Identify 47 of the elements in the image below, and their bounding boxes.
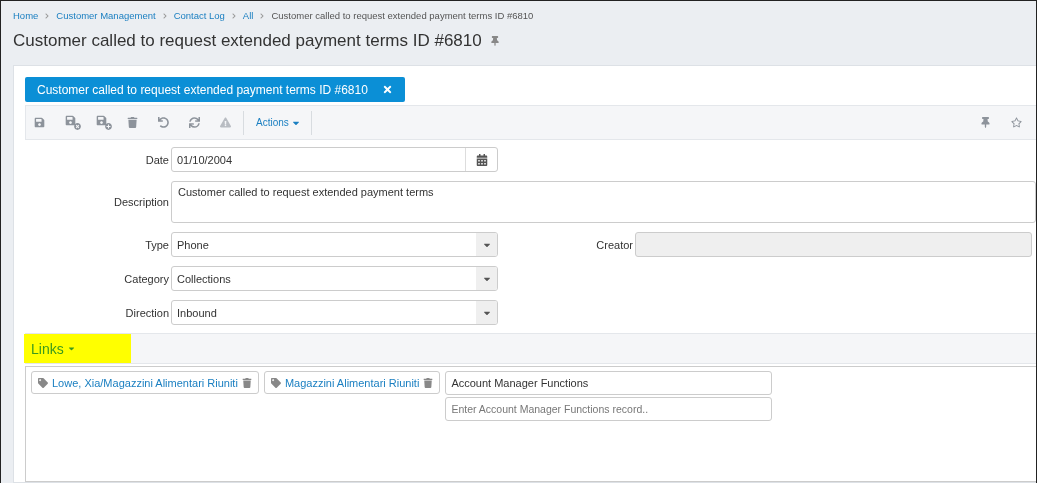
close-icon[interactable] <box>381 84 393 95</box>
trash-icon[interactable] <box>127 117 138 128</box>
trash-icon[interactable] <box>241 377 252 388</box>
select-field[interactable]: Inbound <box>171 300 498 325</box>
chevron-icon <box>161 12 168 19</box>
save-new-icon[interactable] <box>96 115 112 130</box>
breadcrumb-link[interactable]: Home <box>13 10 39 21</box>
trash-icon[interactable] <box>423 377 434 388</box>
select-field[interactable]: Phone <box>171 232 498 257</box>
caret-icon <box>476 301 497 324</box>
links-toggle[interactable]: Links <box>24 334 131 363</box>
caret-icon <box>66 344 76 353</box>
description-field[interactable]: Customer called to request extended payment terms <box>171 181 1036 223</box>
field-label: Category <box>123 272 169 285</box>
pin-icon[interactable] <box>489 36 500 46</box>
lookup-value[interactable]: Account Manager Functions <box>445 371 773 395</box>
breadcrumb-link[interactable]: Contact Log <box>173 10 225 21</box>
date-field[interactable]: 01/10/2004 <box>171 147 498 172</box>
lookup-input[interactable]: Enter Account Manager Functions record.. <box>445 397 773 421</box>
current-page-text: Customer called to request extended payment terms ID #6810 <box>271 10 534 21</box>
field-label: Type <box>144 238 169 251</box>
warning-icon[interactable] <box>220 117 231 128</box>
history-icon[interactable] <box>158 117 169 128</box>
breadcrumb-link[interactable]: All <box>242 10 254 21</box>
tag-icon <box>38 377 48 388</box>
link-tag[interactable]: Lowe, Xia/Magazzini Alimentari Riuniti <box>31 371 259 394</box>
chevron-icon <box>230 12 237 19</box>
link-tag[interactable]: Magazzini Alimentari Riuniti <box>263 371 441 394</box>
pin-icon[interactable] <box>980 117 991 128</box>
caret-icon <box>476 233 497 256</box>
breadcrumb-link[interactable]: Customer Management <box>56 10 156 21</box>
refresh-icon[interactable] <box>189 117 200 128</box>
field-label: Description <box>112 196 169 208</box>
star-icon[interactable] <box>1011 117 1022 128</box>
caret-icon <box>476 267 497 290</box>
actions-button[interactable]: Actions <box>252 117 305 128</box>
chevron-icon <box>44 12 51 19</box>
save-close-icon[interactable] <box>65 115 81 130</box>
tag-icon <box>270 377 281 388</box>
field-label: Direction <box>124 306 169 319</box>
page-title: Customer called to request extended payment terms ID #6810 <box>13 31 482 51</box>
field-label: Date <box>144 153 169 166</box>
chevron-icon <box>259 12 266 19</box>
field-label: Creator <box>595 238 633 251</box>
save-icon[interactable] <box>34 117 45 128</box>
select-field[interactable]: Collections <box>171 266 498 291</box>
record-tab[interactable]: Customer called to request extended payment terms ID #6810 <box>25 77 405 102</box>
